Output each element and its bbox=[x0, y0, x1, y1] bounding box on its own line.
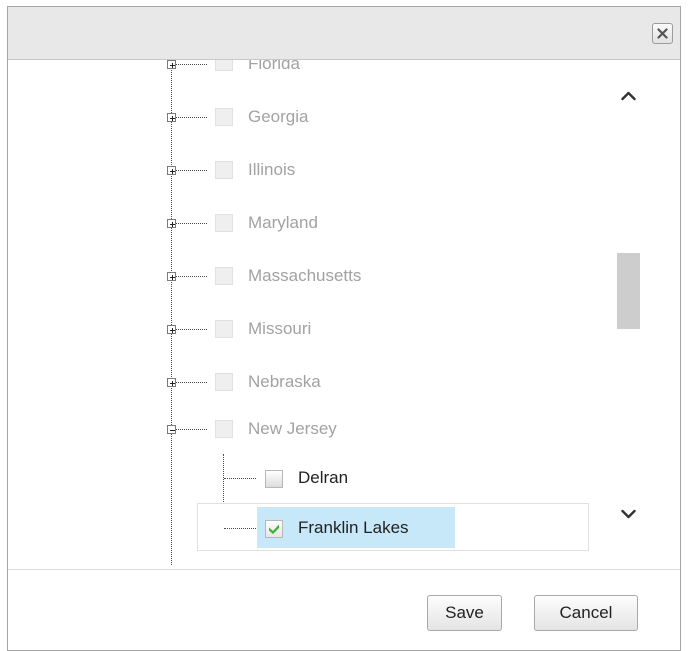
close-button[interactable] bbox=[652, 23, 673, 44]
expand-toggle-maryland[interactable] bbox=[167, 219, 176, 228]
scroll-up-button[interactable] bbox=[617, 85, 640, 107]
state-label-missouri: Missouri bbox=[248, 319, 312, 338]
tree-trunk-line bbox=[171, 60, 172, 565]
plus-icon bbox=[170, 222, 175, 227]
vertical-scrollbar[interactable] bbox=[617, 60, 640, 570]
expand-toggle-nebraska[interactable] bbox=[167, 378, 176, 387]
tree-branch-line bbox=[176, 223, 207, 224]
state-checkbox-nebraska bbox=[215, 373, 233, 391]
expand-toggle-illinois[interactable] bbox=[167, 166, 176, 175]
tree-branch-line bbox=[176, 276, 207, 277]
state-checkbox-massachusetts bbox=[215, 267, 233, 285]
tree-branch-line bbox=[176, 117, 207, 118]
expand-toggle-georgia[interactable] bbox=[167, 113, 176, 122]
scroll-down-button[interactable] bbox=[617, 503, 640, 525]
plus-icon bbox=[170, 381, 175, 386]
state-label-georgia: Georgia bbox=[248, 107, 309, 126]
cancel-button[interactable]: Cancel bbox=[534, 595, 638, 631]
scrollbar-thumb[interactable] bbox=[617, 253, 640, 329]
minus-icon bbox=[170, 430, 175, 431]
tree-branch-line bbox=[176, 429, 207, 430]
state-checkbox-illinois bbox=[215, 161, 233, 179]
state-label-illinois: Illinois bbox=[248, 160, 296, 179]
expand-toggle-massachusetts[interactable] bbox=[167, 272, 176, 281]
plus-icon bbox=[170, 63, 175, 68]
plus-icon bbox=[170, 169, 175, 174]
tree-branch-line bbox=[176, 329, 207, 330]
state-checkbox-missouri bbox=[215, 320, 233, 338]
dialog-titlebar bbox=[8, 7, 680, 60]
tree-branch-line bbox=[176, 64, 207, 65]
state-checkbox-new-jersey bbox=[215, 420, 233, 438]
checkmark-icon bbox=[269, 524, 279, 534]
chevron-down-icon bbox=[621, 509, 636, 519]
chevron-up-icon bbox=[621, 91, 636, 101]
state-label-florida: Florida bbox=[248, 60, 300, 73]
plus-icon bbox=[170, 275, 175, 280]
city-label-delran: Delran bbox=[298, 468, 349, 487]
expand-toggle-missouri[interactable] bbox=[167, 325, 176, 334]
tree-branch-line bbox=[224, 478, 256, 479]
state-label-new-jersey: New Jersey bbox=[248, 419, 337, 438]
state-checkbox-georgia bbox=[215, 108, 233, 126]
state-label-nebraska: Nebraska bbox=[248, 372, 321, 391]
tree-branch-line bbox=[176, 170, 207, 171]
dialog-footer: Save Cancel bbox=[8, 569, 680, 650]
city-checkbox-franklin-lakes[interactable] bbox=[265, 520, 283, 538]
close-x-icon bbox=[657, 28, 668, 39]
tree-branch-line bbox=[176, 382, 207, 383]
collapse-toggle-new-jersey[interactable] bbox=[167, 425, 176, 434]
expand-toggle-florida[interactable] bbox=[167, 60, 176, 69]
city-checkbox-delran[interactable] bbox=[265, 470, 283, 488]
plus-icon bbox=[170, 328, 175, 333]
city-label-franklin-lakes: Franklin Lakes bbox=[298, 518, 409, 537]
state-label-maryland: Maryland bbox=[248, 213, 318, 232]
state-checkbox-florida bbox=[215, 60, 233, 71]
state-city-selection-dialog: Florida Georgia Illinois Maryland Massac… bbox=[7, 6, 681, 651]
tree-container: Florida Georgia Illinois Maryland Massac… bbox=[8, 60, 680, 570]
tree-branch-line bbox=[224, 528, 256, 529]
save-button[interactable]: Save bbox=[427, 595, 502, 631]
state-label-massachusetts: Massachusetts bbox=[248, 266, 362, 285]
state-checkbox-maryland bbox=[215, 214, 233, 232]
plus-icon bbox=[170, 116, 175, 121]
